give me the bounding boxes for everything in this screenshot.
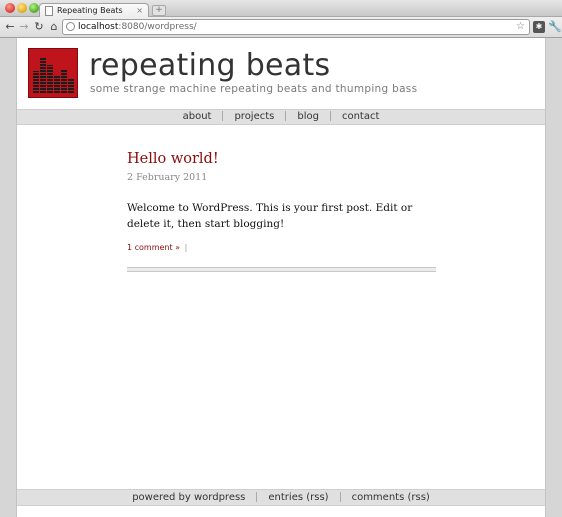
footer: powered by wordpress entries (rss) comment… — [17, 489, 545, 506]
tab-close-icon[interactable]: × — [136, 4, 143, 17]
post-meta: 1 comment » | — [127, 243, 187, 252]
forward-arrow-icon[interactable]: → — [17, 20, 31, 34]
window-zoom-icon[interactable] — [29, 3, 39, 13]
star-icon[interactable]: ☆ — [516, 20, 525, 34]
back-arrow-icon[interactable]: ← — [3, 20, 17, 34]
logo-bar — [47, 65, 53, 93]
post-body: Welcome to WordPress. This is your first… — [127, 202, 413, 230]
browser-toolbar: ← → ↻ ⌂ localhost:8080/wordpress/ ☆ ✱ 🔧 — [0, 17, 562, 38]
site-description: some strange machine repeating beats and… — [90, 83, 418, 95]
logo-bar — [68, 79, 74, 93]
logo-bar — [33, 71, 39, 93]
url-path: :8080/wordpress/ — [118, 22, 197, 32]
site-title[interactable]: repeating beats — [89, 48, 330, 83]
nav-item-about[interactable]: about — [172, 110, 223, 124]
window-close-icon[interactable] — [5, 3, 15, 13]
extension-icon[interactable]: ✱ — [533, 21, 545, 33]
browser-tab[interactable]: Repeating Beats × — [39, 3, 149, 18]
site-logo[interactable] — [28, 48, 78, 98]
page-content: repeating beats some strange machine rep… — [16, 38, 546, 517]
nav-item-blog[interactable]: blog — [286, 110, 330, 124]
reload-icon[interactable]: ↻ — [32, 20, 46, 34]
comments-link[interactable]: 1 comment » — [127, 243, 180, 252]
new-tab-button[interactable]: + — [152, 5, 166, 16]
logo-bar — [61, 69, 67, 93]
browser-titlebar: Repeating Beats × + — [0, 0, 562, 18]
url-host: localhost — [78, 22, 119, 32]
home-icon[interactable]: ⌂ — [47, 20, 61, 34]
nav-item-projects[interactable]: projects — [223, 110, 285, 124]
post-date: 2 February 2011 — [127, 172, 208, 183]
wrench-icon[interactable]: 🔧 — [548, 20, 562, 33]
post-title[interactable]: Hello world! — [127, 151, 219, 167]
page-icon — [45, 6, 53, 16]
footer-entries-rss[interactable]: entries (rss) — [257, 490, 339, 506]
footer-powered-by[interactable]: powered by wordpress — [121, 490, 256, 506]
address-bar[interactable]: localhost:8080/wordpress/ ☆ — [62, 19, 530, 35]
globe-icon — [66, 22, 75, 31]
tab-title: Repeating Beats — [57, 6, 123, 15]
post-divider — [127, 267, 436, 272]
window-minimize-icon[interactable] — [17, 3, 27, 13]
logo-bar — [40, 57, 46, 93]
meta-separator: | — [184, 243, 188, 252]
footer-comments-rss[interactable]: comments (rss) — [341, 490, 441, 506]
nav-item-contact[interactable]: contact — [331, 110, 390, 124]
logo-bar — [54, 75, 60, 93]
main-nav: about projects blog contact — [17, 109, 545, 125]
